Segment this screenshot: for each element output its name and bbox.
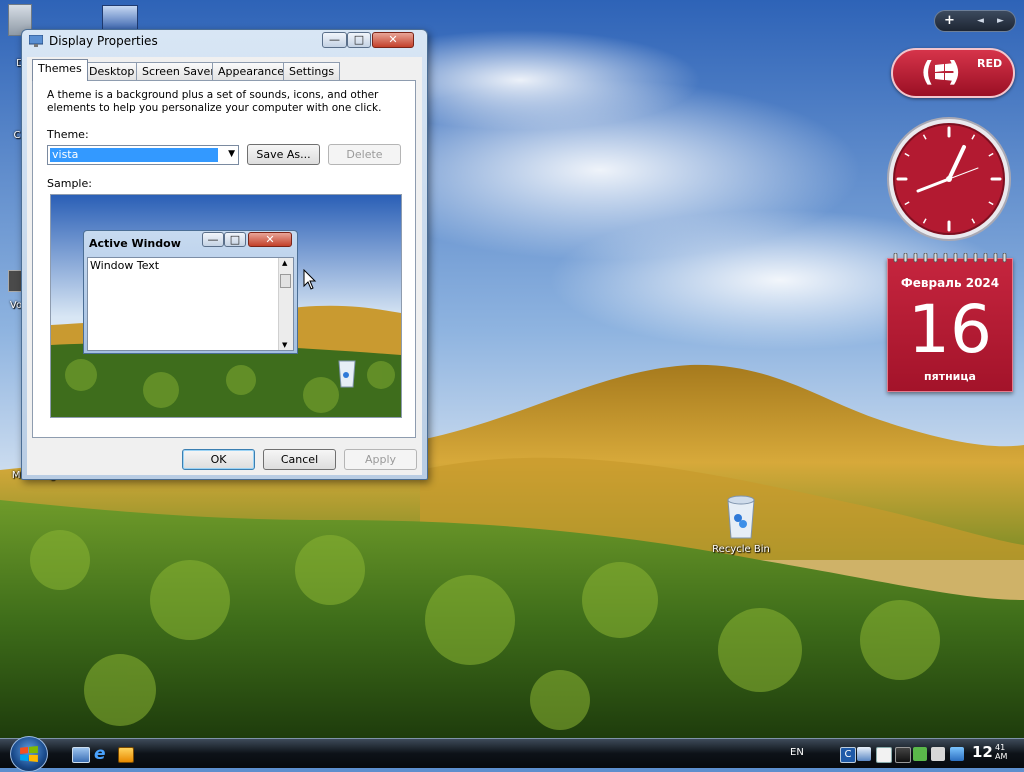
sidebar-next-button[interactable]: ► bbox=[997, 16, 1004, 26]
sample-close-button: ✕ bbox=[248, 232, 292, 247]
sidebar-prev-button[interactable]: ◄ bbox=[977, 16, 984, 26]
internet-explorer-icon[interactable]: e bbox=[94, 744, 106, 764]
sidebar-controls: + ◄ ► bbox=[934, 10, 1016, 32]
minimize-icon: — bbox=[329, 33, 340, 46]
windows-flag-icon bbox=[935, 63, 955, 81]
start-button[interactable] bbox=[10, 736, 48, 772]
scroll-up-icon: ▲ bbox=[282, 259, 288, 267]
dialog-client-area: Themes Desktop Screen Saver Appearance S… bbox=[27, 57, 422, 475]
taskbar: e EN C 12 41 AM bbox=[0, 736, 1024, 772]
close-icon: ✕ bbox=[388, 33, 398, 46]
clock-minutes: 41 bbox=[995, 743, 1006, 752]
display-properties-dialog: Display Properties — □ ✕ Themes Desktop … bbox=[21, 29, 428, 480]
theme-description: A theme is a background plus a set of so… bbox=[47, 89, 382, 114]
sample-window-text-area: Window Text ▲ ▼ bbox=[87, 257, 294, 351]
maximize-icon: □ bbox=[229, 233, 241, 246]
cancel-button[interactable]: Cancel bbox=[263, 449, 336, 470]
sample-maximize-button: □ bbox=[224, 232, 246, 247]
recycle-bin-icon bbox=[727, 495, 755, 539]
sample-label: Sample: bbox=[47, 177, 92, 190]
mouse-cursor-icon bbox=[303, 269, 317, 290]
theme-sample-preview: Active Window — □ ✕ Window Text ▲ ▼ bbox=[50, 194, 402, 418]
tab-themes[interactable]: Themes bbox=[32, 59, 88, 81]
calendar-weekday: пятница bbox=[924, 370, 976, 383]
sample-recycle-bin-icon bbox=[338, 360, 356, 388]
media-player-icon[interactable] bbox=[118, 747, 134, 763]
apply-button[interactable]: Apply bbox=[344, 449, 417, 470]
clock-hour[interactable]: 12 bbox=[972, 743, 993, 761]
display-icon bbox=[29, 35, 43, 47]
tray-check-icon[interactable] bbox=[913, 747, 927, 761]
clock-gadget[interactable] bbox=[886, 116, 1012, 242]
tray-volume-icon[interactable] bbox=[931, 747, 945, 761]
red-label: RED bbox=[977, 57, 1003, 70]
tab-screen-saver[interactable]: Screen Saver bbox=[136, 62, 221, 80]
minimize-button[interactable]: — bbox=[322, 32, 347, 48]
tray-network-icon[interactable] bbox=[857, 747, 871, 761]
clock-ampm: AM bbox=[995, 752, 1008, 761]
maximize-icon: □ bbox=[353, 33, 365, 46]
calendar-gadget[interactable]: Февраль 2024 16 пятница bbox=[887, 253, 1013, 392]
maximize-button[interactable]: □ bbox=[347, 32, 371, 48]
tray-mail-icon[interactable] bbox=[876, 747, 892, 763]
close-icon: ✕ bbox=[265, 233, 275, 246]
product-red-gadget[interactable]: () RED bbox=[891, 48, 1015, 98]
theme-select-value: vista bbox=[50, 148, 218, 162]
calendar-rings bbox=[893, 253, 1007, 263]
themes-tab-panel: A theme is a background plus a set of so… bbox=[32, 80, 416, 438]
theme-select[interactable]: vista ▼ bbox=[47, 145, 239, 165]
theme-label: Theme: bbox=[47, 128, 89, 141]
sample-minimize-button: — bbox=[202, 232, 224, 247]
minimize-icon: — bbox=[207, 233, 219, 246]
tab-settings[interactable]: Settings bbox=[283, 62, 341, 80]
ok-button[interactable]: OK bbox=[182, 449, 255, 470]
sample-active-window: Active Window — □ ✕ Window Text ▲ ▼ bbox=[83, 230, 298, 354]
chevron-down-icon[interactable]: ▼ bbox=[228, 149, 235, 159]
desktop-icon-recycle-bin[interactable]: Recycle Bin bbox=[706, 494, 776, 555]
tray-monitor-icon[interactable] bbox=[895, 747, 911, 763]
sample-window-title: Active Window bbox=[89, 237, 181, 250]
calendar-day: 16 bbox=[908, 291, 992, 368]
sample-scrollbar: ▲ ▼ bbox=[278, 258, 293, 350]
scroll-thumb bbox=[280, 274, 291, 288]
language-indicator[interactable]: EN bbox=[790, 747, 804, 758]
delete-button[interactable]: Delete bbox=[328, 144, 401, 165]
close-button[interactable]: ✕ bbox=[372, 32, 414, 48]
tab-desktop[interactable]: Desktop bbox=[83, 62, 141, 80]
dialog-title: Display Properties bbox=[49, 34, 158, 48]
sample-window-text: Window Text bbox=[90, 259, 160, 272]
save-as-button[interactable]: Save As... bbox=[247, 144, 320, 165]
scroll-down-icon: ▼ bbox=[282, 341, 288, 349]
sidebar-add-button[interactable]: + bbox=[944, 13, 955, 28]
tray-safety-icon[interactable] bbox=[950, 747, 964, 761]
tray-c-icon[interactable]: C bbox=[840, 747, 856, 763]
clock-minutes-ampm[interactable]: 41 AM bbox=[995, 743, 1007, 761]
calendar-month-year: Февраль 2024 bbox=[900, 276, 1000, 290]
windows-orb-icon bbox=[20, 746, 38, 762]
show-desktop-icon[interactable] bbox=[72, 747, 90, 763]
desktop-icon-label: Recycle Bin bbox=[712, 544, 770, 555]
tab-appearance[interactable]: Appearance bbox=[212, 62, 291, 80]
